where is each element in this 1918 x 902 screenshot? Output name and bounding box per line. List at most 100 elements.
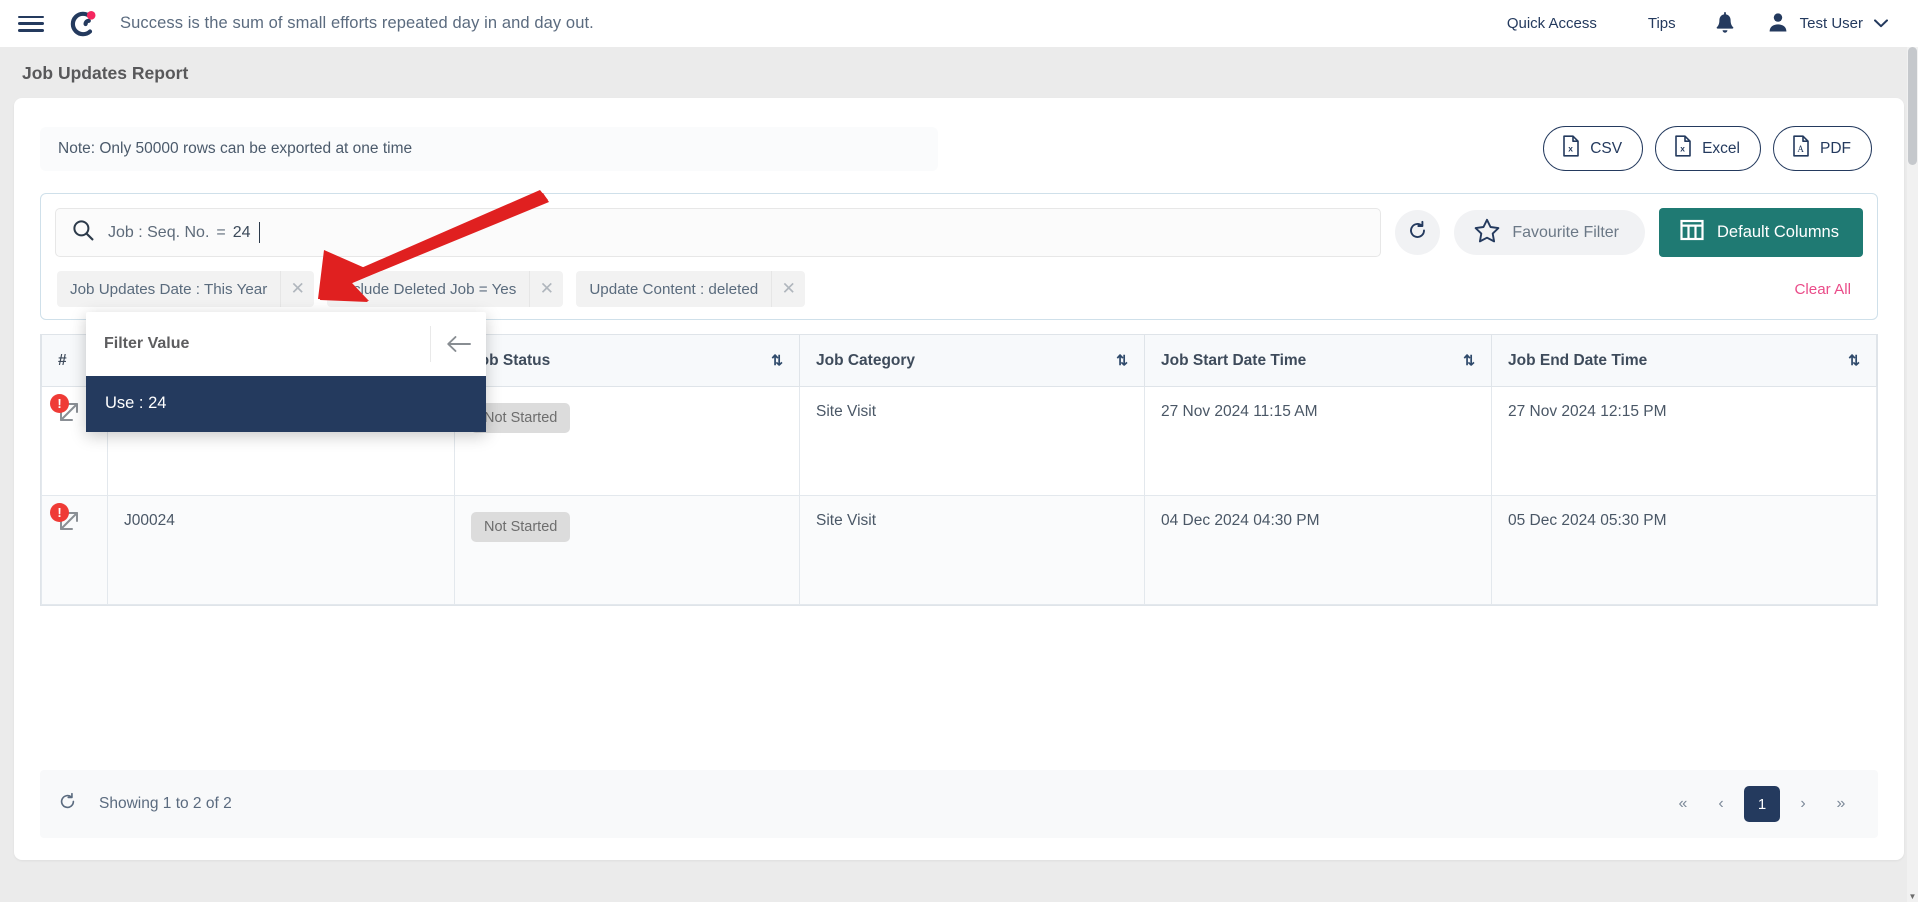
pagination-page-1[interactable]: 1 — [1744, 786, 1780, 822]
user-menu[interactable]: Test User — [1753, 4, 1904, 43]
refresh-icon[interactable] — [58, 792, 77, 816]
pagination: « ‹ 1 › » — [1668, 786, 1856, 822]
cell-job-start: 04 Dec 2024 04:30 PM — [1144, 495, 1492, 605]
alert-exclamation-icon[interactable]: ! — [50, 394, 69, 413]
search-icon — [72, 219, 94, 246]
filter-panel: Job : Seq. No. = 24 Favourite Filter Def… — [40, 193, 1878, 432]
pagination-prev-button[interactable]: ‹ — [1706, 787, 1736, 821]
search-token: Job : Seq. No. = 24 — [108, 222, 261, 243]
export-excel-label: Excel — [1702, 139, 1740, 157]
scroll-down-icon[interactable]: ▼ — [1907, 891, 1918, 902]
pagination-first-button[interactable]: « — [1668, 787, 1698, 821]
default-columns-label: Default Columns — [1717, 223, 1839, 241]
default-columns-button[interactable]: Default Columns — [1659, 208, 1863, 257]
close-icon[interactable]: ✕ — [280, 271, 314, 307]
note-and-export-row: Note: Only 50000 rows can be exported at… — [14, 98, 1904, 171]
filter-chip[interactable]: Update Content : deleted ✕ — [576, 271, 806, 307]
filter-value-title: Filter Value — [104, 335, 190, 352]
svg-text:x: x — [1680, 143, 1685, 153]
svg-text:x: x — [1568, 143, 1573, 153]
column-header-job-end[interactable]: Job End Date Time ⇅ — [1491, 334, 1877, 387]
footer-left: Showing 1 to 2 of 2 — [58, 792, 232, 816]
cell-job-end: 27 Nov 2024 12:15 PM — [1491, 386, 1877, 496]
export-pdf-label: PDF — [1820, 139, 1851, 157]
close-icon[interactable]: ✕ — [771, 271, 805, 307]
report-card: Note: Only 50000 rows can be exported at… — [14, 98, 1904, 860]
refresh-icon — [1407, 220, 1428, 246]
tagline-text: Success is the sum of small efforts repe… — [120, 14, 594, 32]
sort-updown-icon[interactable]: ⇅ — [1838, 352, 1860, 369]
export-pdf-button[interactable]: A PDF — [1773, 126, 1872, 171]
search-operator: = — [216, 223, 226, 241]
filter-chip[interactable]: Include Deleted Job = Yes ✕ — [327, 271, 564, 307]
file-csv-icon: x — [1561, 135, 1581, 162]
column-header-job-category[interactable]: Job Category ⇅ — [799, 334, 1145, 387]
column-label: Job Start Date Time — [1161, 351, 1307, 369]
search-field-label: Job : Seq. No. — [108, 223, 210, 241]
topnav-actions: Quick Access Tips Test User — [1486, 4, 1904, 43]
chevron-down-icon — [1874, 15, 1888, 32]
pagination-last-button[interactable]: » — [1826, 787, 1856, 821]
filter-value-option[interactable]: Use : 24 — [86, 376, 486, 432]
cell-job-status: Not Started — [454, 386, 800, 496]
alert-exclamation-icon[interactable]: ! — [50, 503, 69, 522]
filter-chip-label: Job Updates Date : This Year — [70, 280, 268, 298]
file-pdf-icon: A — [1791, 135, 1811, 162]
showing-count-text: Showing 1 to 2 of 2 — [99, 795, 232, 812]
open-external-icon[interactable]: ! — [50, 394, 86, 429]
scrollbar-thumb[interactable] — [1908, 47, 1917, 165]
filter-chip-label: Update Content : deleted — [589, 280, 759, 298]
arrow-left-icon[interactable] — [430, 326, 486, 362]
cell-job-end: 05 Dec 2024 05:30 PM — [1491, 495, 1877, 605]
cell-job-status: Not Started — [454, 495, 800, 605]
export-csv-button[interactable]: x CSV — [1543, 126, 1644, 171]
star-icon — [1474, 218, 1500, 248]
sort-updown-icon[interactable]: ⇅ — [1453, 352, 1475, 369]
hamburger-menu-icon[interactable] — [18, 14, 44, 34]
filter-chip-label: Include Deleted Job = Yes — [340, 280, 517, 298]
filter-value-dropdown: Filter Value Use : 24 — [86, 312, 486, 432]
export-buttons-group: x CSV x Excel A PDF — [1543, 126, 1878, 171]
column-header-job-start[interactable]: Job Start Date Time ⇅ — [1144, 334, 1492, 387]
bell-icon[interactable] — [1707, 6, 1743, 42]
close-icon[interactable]: ✕ — [529, 271, 563, 307]
sort-updown-icon[interactable]: ⇅ — [761, 352, 783, 369]
brand-logo-icon[interactable] — [66, 8, 98, 40]
page-scrollbar[interactable]: ▲ ▼ — [1907, 47, 1918, 902]
table-footer: Showing 1 to 2 of 2 « ‹ 1 › » — [40, 770, 1878, 838]
columns-icon — [1680, 219, 1704, 246]
search-input[interactable]: Job : Seq. No. = 24 — [55, 208, 1382, 257]
user-name-label: Test User — [1799, 15, 1863, 32]
tips-button[interactable]: Tips — [1627, 6, 1696, 41]
cell-job-start: 27 Nov 2024 11:15 AM — [1144, 386, 1492, 496]
status-badge: Not Started — [471, 512, 571, 542]
export-excel-button[interactable]: x Excel — [1655, 126, 1761, 171]
cell-job-category: Site Visit — [799, 495, 1145, 605]
column-label: Job Category — [816, 351, 916, 369]
filter-value-dropdown-header: Filter Value — [86, 312, 486, 376]
column-label: # — [58, 351, 67, 369]
refresh-button[interactable] — [1395, 210, 1441, 255]
sort-updown-icon[interactable]: ⇅ — [1106, 352, 1128, 369]
row-index-cell: ! — [41, 495, 108, 605]
active-filters-row: Job Updates Date : This Year ✕ Include D… — [55, 271, 1863, 307]
quick-access-button[interactable]: Quick Access — [1486, 6, 1617, 41]
favourite-filter-button[interactable]: Favourite Filter — [1454, 210, 1646, 255]
clear-all-filters-link[interactable]: Clear All — [1794, 281, 1861, 298]
top-navigation-bar: Success is the sum of small efforts repe… — [0, 0, 1918, 47]
filter-chip[interactable]: Job Updates Date : This Year ✕ — [57, 271, 315, 307]
cell-job-category: Site Visit — [799, 386, 1145, 496]
search-value: 24 — [232, 223, 251, 241]
avatar — [1767, 11, 1789, 37]
open-external-icon[interactable]: ! — [50, 503, 86, 538]
text-caret — [258, 222, 261, 243]
cell-job-no: J00024 — [107, 495, 455, 605]
column-header-job-status[interactable]: Job Status ⇅ — [454, 334, 800, 387]
column-label: Job End Date Time — [1508, 351, 1648, 369]
pagination-next-button[interactable]: › — [1788, 787, 1818, 821]
export-csv-label: CSV — [1590, 139, 1623, 157]
file-excel-icon: x — [1673, 135, 1693, 162]
page-title: Job Updates Report — [22, 63, 189, 83]
search-row: Job : Seq. No. = 24 Favourite Filter Def… — [55, 208, 1863, 257]
export-limit-note: Note: Only 50000 rows can be exported at… — [40, 126, 938, 171]
